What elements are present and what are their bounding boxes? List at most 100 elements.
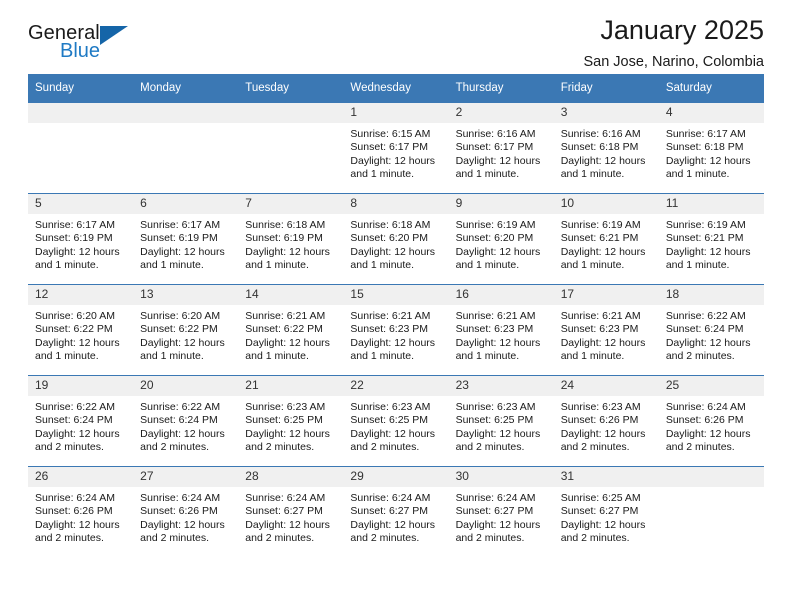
sunset-text: Sunset: 6:24 PM: [140, 414, 218, 427]
calendar-day-cell[interactable]: 6 Sunrise: 6:17 AM Sunset: 6:19 PM Daylight…: [133, 193, 239, 285]
day-number: 12: [28, 285, 134, 305]
calendar-day-cell[interactable]: 29 Sunrise: 6:24 AM Sunset: 6:27 PM Dayligh…: [343, 466, 449, 557]
calendar-empty-cell: [658, 466, 764, 557]
page-subtitle: San Jose, Narino, Colombia: [583, 54, 764, 70]
sunset-text: Sunset: 6:23 PM: [455, 323, 534, 336]
daylight-text: Daylight: 12 hours and 2 minutes.: [560, 427, 646, 454]
daylight-text: Daylight: 12 hours and 1 minute.: [350, 245, 436, 272]
sunrise-text: Sunrise: 6:19 AM: [560, 219, 641, 231]
calendar-week-row: 5 Sunrise: 6:17 AM Sunset: 6:19 PM Daylight…: [28, 193, 764, 285]
calendar-day-cell[interactable]: 18 Sunrise: 6:22 AM Sunset: 6:24 PM Dayligh…: [658, 284, 764, 376]
calendar-day-cell[interactable]: 5 Sunrise: 6:17 AM Sunset: 6:19 PM Daylight…: [28, 193, 134, 285]
day-details: Sunrise: 6:19 AM Sunset: 6:21 PM Daylight:…: [554, 214, 659, 273]
sunrise-text: Sunrise: 6:17 AM: [35, 219, 115, 231]
sunset-text: Sunset: 6:18 PM: [560, 141, 639, 154]
daylight-text: Daylight: 12 hours and 2 minutes.: [245, 518, 330, 545]
calendar-day-cell[interactable]: 23 Sunrise: 6:23 AM Sunset: 6:25 PM Dayligh…: [448, 375, 554, 467]
day-details: Sunrise: 6:24 AM Sunset: 6:27 PM Daylight:…: [449, 487, 554, 546]
day-details: Sunrise: 6:21 AM Sunset: 6:22 PM Daylight:…: [238, 305, 343, 364]
calendar-day-cell[interactable]: 11 Sunrise: 6:19 AM Sunset: 6:21 PM Dayligh…: [658, 193, 764, 285]
daylight-text: Daylight: 12 hours and 1 minute.: [455, 245, 541, 272]
calendar-day-cell[interactable]: 14 Sunrise: 6:21 AM Sunset: 6:22 PM Dayligh…: [238, 284, 344, 376]
day-details: Sunrise: 6:21 AM Sunset: 6:23 PM Daylight:…: [554, 305, 659, 364]
daylight-text: Daylight: 12 hours and 2 minutes.: [245, 427, 330, 454]
logo-triangle-icon: [100, 26, 128, 45]
sunrise-text: Sunrise: 6:24 AM: [350, 492, 431, 504]
sunset-text: Sunset: 6:26 PM: [35, 505, 113, 518]
daylight-text: Daylight: 12 hours and 2 minutes.: [665, 427, 751, 454]
calendar-day-cell[interactable]: 31 Sunrise: 6:25 AM Sunset: 6:27 PM Dayligh…: [553, 466, 659, 557]
day-number: 27: [133, 467, 239, 487]
calendar-day-cell[interactable]: 25 Sunrise: 6:24 AM Sunset: 6:26 PM Dayligh…: [658, 375, 764, 467]
calendar-day-cell[interactable]: 16 Sunrise: 6:21 AM Sunset: 6:23 PM Dayligh…: [448, 284, 554, 376]
sunset-text: Sunset: 6:17 PM: [350, 141, 429, 154]
calendar-body: 1 Sunrise: 6:15 AM Sunset: 6:17 PM Daylight…: [28, 103, 764, 557]
daylight-text: Daylight: 12 hours and 1 minute.: [560, 245, 646, 272]
day-details: Sunrise: 6:15 AM Sunset: 6:17 PM Daylight:…: [343, 123, 448, 182]
page-header: General Blue January 2025 San Jose, Nari…: [28, 0, 764, 74]
calendar-day-cell[interactable]: 3 Sunrise: 6:16 AM Sunset: 6:18 PM Daylight…: [553, 103, 659, 194]
calendar-empty-cell: [28, 103, 134, 194]
calendar-day-cell[interactable]: 21 Sunrise: 6:23 AM Sunset: 6:25 PM Dayligh…: [238, 375, 344, 467]
calendar-day-cell[interactable]: 9 Sunrise: 6:19 AM Sunset: 6:20 PM Daylight…: [448, 193, 554, 285]
calendar-day-cell[interactable]: 30 Sunrise: 6:24 AM Sunset: 6:27 PM Dayligh…: [448, 466, 554, 557]
daylight-text: Daylight: 12 hours and 2 minutes.: [455, 427, 541, 454]
day-number: 14: [238, 285, 344, 305]
calendar-day-cell[interactable]: 8 Sunrise: 6:18 AM Sunset: 6:20 PM Daylight…: [343, 193, 449, 285]
calendar-day-cell[interactable]: 17 Sunrise: 6:21 AM Sunset: 6:23 PM Dayligh…: [553, 284, 659, 376]
day-number: 6: [133, 194, 239, 214]
calendar-day-cell[interactable]: 19 Sunrise: 6:22 AM Sunset: 6:24 PM Dayligh…: [28, 375, 134, 467]
calendar-day-cell[interactable]: 28 Sunrise: 6:24 AM Sunset: 6:27 PM Dayligh…: [238, 466, 344, 557]
calendar-day-cell[interactable]: 15 Sunrise: 6:21 AM Sunset: 6:23 PM Dayligh…: [343, 284, 449, 376]
sunset-text: Sunset: 6:26 PM: [560, 414, 639, 427]
sunset-text: Sunset: 6:20 PM: [455, 232, 534, 245]
calendar-day-cell[interactable]: 4 Sunrise: 6:17 AM Sunset: 6:18 PM Daylight…: [658, 103, 764, 194]
sunrise-text: Sunrise: 6:15 AM: [350, 128, 431, 140]
daylight-text: Daylight: 12 hours and 1 minute.: [665, 154, 751, 181]
sunset-text: Sunset: 6:22 PM: [245, 323, 323, 336]
calendar-day-cell[interactable]: 2 Sunrise: 6:16 AM Sunset: 6:17 PM Daylight…: [448, 103, 554, 194]
calendar-empty-cell: [238, 103, 344, 194]
general-blue-logo[interactable]: General Blue: [28, 22, 138, 68]
sunset-text: Sunset: 6:17 PM: [455, 141, 534, 154]
calendar-day-cell[interactable]: 24 Sunrise: 6:23 AM Sunset: 6:26 PM Dayligh…: [553, 375, 659, 467]
day-details: Sunrise: 6:23 AM Sunset: 6:25 PM Daylight:…: [238, 396, 343, 455]
weekday-header-saturday: Saturday: [658, 74, 764, 103]
sunset-text: Sunset: 6:27 PM: [350, 505, 429, 518]
calendar-day-cell[interactable]: 27 Sunrise: 6:24 AM Sunset: 6:26 PM Dayligh…: [133, 466, 239, 557]
sunrise-text: Sunrise: 6:24 AM: [245, 492, 326, 504]
day-details: Sunrise: 6:24 AM Sunset: 6:26 PM Daylight:…: [28, 487, 133, 546]
calendar-day-cell[interactable]: 7 Sunrise: 6:18 AM Sunset: 6:19 PM Daylight…: [238, 193, 344, 285]
daylight-text: Daylight: 12 hours and 1 minute.: [560, 336, 646, 363]
calendar-day-cell[interactable]: 10 Sunrise: 6:19 AM Sunset: 6:21 PM Dayligh…: [553, 193, 659, 285]
sunrise-text: Sunrise: 6:22 AM: [140, 401, 221, 413]
daylight-text: Daylight: 12 hours and 2 minutes.: [140, 518, 225, 545]
sunset-text: Sunset: 6:24 PM: [35, 414, 113, 427]
daylight-text: Daylight: 12 hours and 2 minutes.: [665, 336, 751, 363]
calendar-day-cell[interactable]: 20 Sunrise: 6:22 AM Sunset: 6:24 PM Dayligh…: [133, 375, 239, 467]
calendar-day-cell[interactable]: 1 Sunrise: 6:15 AM Sunset: 6:17 PM Daylight…: [343, 103, 449, 194]
day-number: [133, 103, 239, 123]
sunrise-text: Sunrise: 6:17 AM: [140, 219, 221, 231]
sunset-text: Sunset: 6:18 PM: [665, 141, 744, 154]
weekday-header-sunday: Sunday: [28, 74, 134, 103]
day-details: Sunrise: 6:19 AM Sunset: 6:20 PM Daylight:…: [449, 214, 554, 273]
daylight-text: Daylight: 12 hours and 1 minute.: [350, 154, 436, 181]
sunrise-text: Sunrise: 6:20 AM: [140, 310, 221, 322]
day-number: 30: [448, 467, 554, 487]
calendar-day-cell[interactable]: 26 Sunrise: 6:24 AM Sunset: 6:26 PM Dayligh…: [28, 466, 134, 557]
calendar-day-cell[interactable]: 22 Sunrise: 6:23 AM Sunset: 6:25 PM Dayligh…: [343, 375, 449, 467]
day-details: Sunrise: 6:24 AM Sunset: 6:27 PM Daylight:…: [343, 487, 448, 546]
sunrise-text: Sunrise: 6:23 AM: [245, 401, 326, 413]
calendar-week-row: 19 Sunrise: 6:22 AM Sunset: 6:24 PM Dayligh…: [28, 375, 764, 467]
day-number: 13: [133, 285, 239, 305]
sunrise-text: Sunrise: 6:18 AM: [350, 219, 431, 231]
day-details: Sunrise: 6:22 AM Sunset: 6:24 PM Daylight:…: [28, 396, 133, 455]
sunrise-text: Sunrise: 6:20 AM: [35, 310, 115, 322]
calendar-day-cell[interactable]: 13 Sunrise: 6:20 AM Sunset: 6:22 PM Dayligh…: [133, 284, 239, 376]
day-details: Sunrise: 6:22 AM Sunset: 6:24 PM Daylight:…: [133, 396, 238, 455]
page-title: January 2025: [600, 15, 764, 45]
calendar-day-cell[interactable]: 12 Sunrise: 6:20 AM Sunset: 6:22 PM Dayligh…: [28, 284, 134, 376]
sunrise-text: Sunrise: 6:22 AM: [35, 401, 115, 413]
title-block: January 2025 San Jose, Narino, Colombia: [583, 14, 764, 72]
